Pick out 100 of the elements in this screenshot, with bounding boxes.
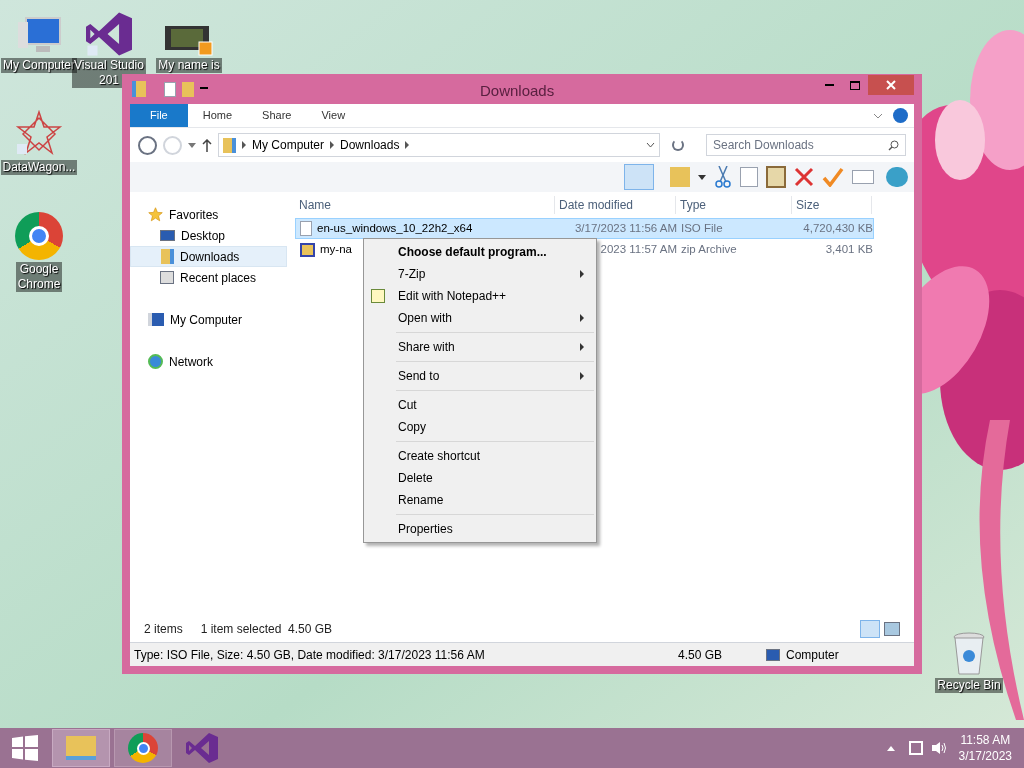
ribbon-tab[interactable]: File (130, 104, 188, 127)
column-header[interactable]: Date modified (555, 196, 676, 214)
computer-icon (148, 313, 164, 326)
file-icon (300, 221, 312, 236)
menu-item[interactable]: Rename (366, 489, 594, 511)
scissors-icon[interactable] (714, 166, 732, 188)
menu-item[interactable]: Delete (366, 467, 594, 489)
rename-icon[interactable] (852, 170, 874, 184)
submenu-arrow-icon (580, 372, 584, 380)
file-date: 2023 11:57 AM (600, 241, 677, 257)
downloads-folder-icon (161, 249, 174, 264)
close-button[interactable] (868, 75, 914, 95)
recycle-bin-icon (952, 632, 986, 676)
star-icon (148, 207, 163, 222)
tray-arrow-icon[interactable] (886, 745, 895, 751)
clock[interactable]: 11:58 AM 3/17/2023 (958, 732, 1012, 764)
copy-icon[interactable] (740, 167, 758, 187)
column-header[interactable]: Name (295, 196, 555, 214)
column-header[interactable]: Type (676, 196, 792, 214)
breadcrumb-item[interactable]: My Computer (252, 136, 325, 154)
nav-item[interactable]: My Computer (130, 309, 287, 330)
video-file-icon (165, 24, 213, 56)
nav-item[interactable]: Network (130, 351, 287, 372)
menu-item[interactable]: 7-Zip (366, 263, 594, 285)
file-size: 4,720,430 KB (803, 220, 873, 236)
up-arrow-icon[interactable] (202, 138, 212, 152)
chevron-icon[interactable] (873, 112, 883, 119)
volume-icon[interactable] (930, 741, 947, 755)
visual-studio-button[interactable] (186, 733, 218, 763)
ribbon-tab[interactable]: Share (247, 104, 307, 127)
desktop-icon-label[interactable]: Google Chrome (15, 262, 63, 292)
selection-info: 1 item selected 4.50 GB (200, 621, 333, 638)
file-row[interactable]: en-us_windows_10_22h2_x64 3/17/2023 11:56 AM ISO File 4,720,430 KB (295, 218, 874, 239)
help-icon[interactable] (893, 108, 908, 123)
breadcrumb-arrow-icon[interactable] (330, 141, 335, 149)
computer-icon (766, 648, 780, 661)
close-icon (886, 80, 896, 90)
address-bar[interactable]: My Computer Downloads (218, 133, 660, 157)
submenu-arrow-icon (580, 314, 584, 322)
desktop-icon-label[interactable]: DataWagon... (0, 160, 78, 175)
column-header[interactable]: Size (792, 196, 872, 214)
properties-icon[interactable] (164, 81, 176, 97)
nav-item[interactable]: Recent places (130, 267, 287, 288)
breadcrumb-item[interactable]: Downloads (340, 136, 400, 154)
menu-item[interactable]: Properties (366, 518, 594, 540)
item-count: 2 items (144, 621, 183, 638)
file-date: 3/17/2023 11:56 AM (574, 220, 677, 236)
shell-icon[interactable] (886, 167, 908, 187)
desktop-icon-label[interactable]: My name is (156, 58, 222, 73)
menu-item[interactable]: Open with (366, 307, 594, 329)
delete-icon[interactable] (794, 167, 814, 187)
visual-studio-icon (86, 12, 132, 56)
desktop-icon (160, 230, 175, 241)
notepad-icon (371, 289, 385, 303)
desktop-icon-label[interactable]: Recycle Bin (935, 678, 1003, 693)
file-type: zip Archive (681, 242, 737, 255)
menu-item[interactable]: Edit with Notepad++ (366, 285, 594, 307)
submenu-arrow-icon (580, 270, 584, 278)
search-field[interactable]: Search Downloads (706, 134, 906, 156)
recent-caret-icon[interactable] (188, 142, 196, 148)
network-icon[interactable] (908, 741, 923, 755)
dropdown-icon[interactable] (200, 87, 208, 91)
menu-item[interactable]: Create shortcut (366, 445, 594, 467)
ribbon-tab[interactable]: Home (187, 104, 248, 127)
nav-item[interactable]: Desktop (130, 225, 287, 246)
total-size: 4.50 GB (678, 646, 724, 664)
nav-item[interactable]: Favorites (130, 204, 287, 225)
caret-icon[interactable] (698, 174, 706, 180)
file-size: 3,401 KB (825, 241, 873, 257)
file-name: my-na (320, 241, 352, 257)
submenu-arrow-icon (580, 343, 584, 351)
large-icons-button[interactable] (884, 622, 900, 636)
location-label: Computer (786, 646, 839, 664)
menu-item[interactable]: Copy (366, 416, 594, 438)
menu-item[interactable]: Send to (366, 365, 594, 387)
recent-places-icon (160, 271, 174, 284)
ribbon-tab[interactable]: View (306, 104, 361, 127)
breadcrumb-arrow-icon[interactable] (405, 141, 410, 149)
zip-file-icon (300, 242, 315, 257)
refresh-icon[interactable] (672, 139, 684, 151)
start-button[interactable] (12, 735, 38, 761)
chrome-button[interactable] (114, 729, 172, 767)
downloads-folder-icon (223, 137, 236, 153)
clock-time: 11:58 AM (960, 732, 1011, 748)
clock-date: 3/17/2023 (958, 748, 1012, 764)
network-icon (148, 354, 163, 369)
breadcrumb-arrow-icon[interactable] (242, 141, 246, 149)
file-name: en-us_windows_10_22h2_x64 (317, 220, 473, 236)
checkmark-icon[interactable] (822, 167, 844, 187)
file-type: ISO File (681, 221, 723, 234)
menu-item[interactable]: Cut (366, 394, 594, 416)
back-button[interactable] (138, 135, 157, 155)
window-title: Downloads (480, 81, 555, 101)
search-icon (888, 139, 899, 151)
details-text: Type: ISO File, Size: 4.50 GB, Date modified: 3/17/2023 11:56 AM (134, 646, 486, 664)
menu-item[interactable]: Share with (366, 336, 594, 358)
dropdown-icon[interactable] (646, 142, 655, 148)
clipboard-icon[interactable] (766, 166, 786, 188)
menu-item[interactable]: Choose default program... (366, 241, 594, 263)
nav-item[interactable]: Downloads (130, 246, 287, 267)
